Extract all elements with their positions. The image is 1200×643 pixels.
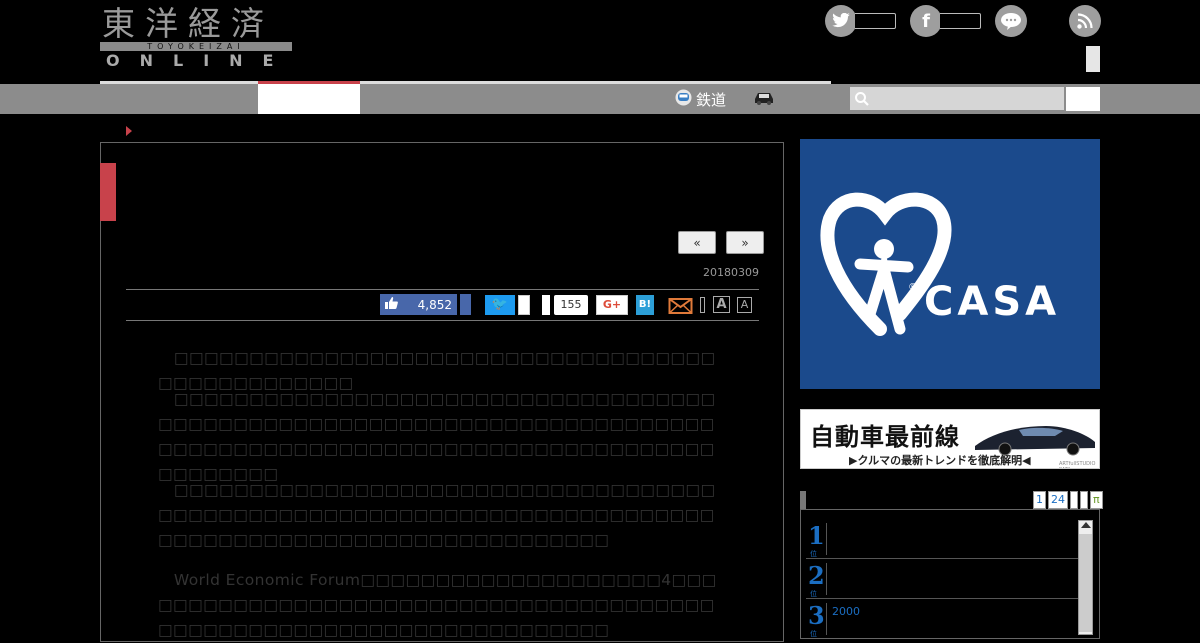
twitter-icon xyxy=(825,5,857,37)
ranking-number: 3 xyxy=(808,601,825,630)
facebook-like-count: 4,852 xyxy=(417,297,452,312)
ranking-number: 2 xyxy=(808,561,825,590)
breadcrumb-arrow-icon xyxy=(126,126,132,136)
search-input[interactable] xyxy=(850,87,1064,110)
line-follow[interactable] xyxy=(995,5,1027,37)
ranking-unit: 位 xyxy=(810,590,817,598)
logo-kanji: 東洋経済 xyxy=(102,4,274,43)
ranking-title: 2000 xyxy=(832,605,860,618)
google-plus-button[interactable]: G+ xyxy=(596,295,628,315)
ranking-divider xyxy=(826,563,827,595)
facebook-count xyxy=(940,13,981,29)
line-icon xyxy=(995,5,1027,37)
ad-banner-car[interactable]: 自動車最前線 ▶クルマの最新トレンドを徹底解明◀ ARTfullSTUDIO P… xyxy=(800,409,1100,469)
ranking-number: 1 xyxy=(808,521,825,550)
logo-online: ONLINE xyxy=(106,51,294,70)
print-button[interactable] xyxy=(700,297,705,313)
ranking-divider xyxy=(826,603,827,635)
ranking-unit: 位 xyxy=(810,630,817,638)
ranking-header-mark xyxy=(800,491,806,509)
font-size-small-button[interactable]: A xyxy=(737,297,752,313)
ranking-item[interactable]: 3 位 2000 xyxy=(806,599,1078,639)
nav-item-rail[interactable]: 鉄道 xyxy=(675,88,726,110)
twitter-share-button[interactable]: 🐦 xyxy=(485,295,515,315)
article-paragraph: □□□□□□□□□□□□□□□□□□□□□□□□□□□□□□□□□□□□□□□□… xyxy=(158,390,716,483)
twitter-count xyxy=(855,13,896,29)
facebook-icon: f xyxy=(910,5,942,37)
ad-car-subtitle: ▶クルマの最新トレンドを徹底解明◀ xyxy=(849,454,1031,467)
search-button[interactable] xyxy=(1066,87,1100,111)
share-bar-top-rule xyxy=(126,289,759,290)
facebook-follow[interactable]: f xyxy=(910,5,981,37)
prev-page-button[interactable]: « xyxy=(678,231,716,254)
facebook-share-button[interactable] xyxy=(460,294,471,315)
bookmark-count: 155 xyxy=(554,295,588,315)
search-icon xyxy=(854,91,870,111)
header-login-box[interactable] xyxy=(1086,46,1100,72)
hatena-bookmark-button[interactable]: B! xyxy=(636,295,654,315)
rss-icon[interactable] xyxy=(1069,5,1101,37)
ranking-tab[interactable]: 24 xyxy=(1048,491,1068,509)
article-paragraph: World Economic Forum□□□□□□□□□□□□□□□□□□□□… xyxy=(158,571,717,639)
ad-banner-casa[interactable]: ® CASA xyxy=(800,139,1100,389)
logo-sub: TOYOKEIZAI xyxy=(147,42,245,51)
ranking-tabs: 1 24 π xyxy=(1033,491,1103,509)
article-paragraph: □□□□□□□□□□□□□□□□□□□□□□□□□□□□□□□□□□□□□□□□… xyxy=(158,481,716,549)
article-date: 20180309 xyxy=(703,266,759,279)
font-size-large-button[interactable]: A xyxy=(713,296,730,313)
casa-wordmark: CASA xyxy=(924,279,1061,325)
ad-car-title: 自動車最前線 xyxy=(810,422,960,451)
ranking-tab[interactable]: π xyxy=(1090,491,1103,509)
thumbs-up-icon xyxy=(385,297,398,312)
facebook-like-button[interactable]: 4,852 xyxy=(380,294,457,315)
train-icon xyxy=(675,89,692,110)
ranking-tab[interactable] xyxy=(1070,491,1078,509)
twitter-follow[interactable] xyxy=(825,5,896,37)
casa-registered: ® xyxy=(908,282,918,293)
ranking-item[interactable]: 1 位 xyxy=(806,519,1078,559)
site-logo[interactable]: 東洋経済 TOYOKEIZAI ONLINE xyxy=(100,6,292,70)
article-title-accent xyxy=(100,163,116,221)
ranking-divider xyxy=(826,523,827,555)
next-page-button[interactable]: » xyxy=(726,231,764,254)
ranking-scroll-thumb[interactable] xyxy=(1079,534,1092,632)
pocket-button[interactable] xyxy=(542,295,550,315)
mail-icon[interactable] xyxy=(668,295,693,315)
nav-item-rail-label: 鉄道 xyxy=(696,90,727,109)
ad-car-credit: ARTfullSTUDIO PATA xyxy=(1059,461,1096,468)
share-bar-bottom-rule xyxy=(126,320,759,321)
casa-logo-icon xyxy=(820,192,952,336)
ranking-item[interactable]: 2 位 xyxy=(806,559,1078,599)
ranking-tab[interactable]: 1 xyxy=(1033,491,1046,509)
car-icon[interactable] xyxy=(752,90,776,110)
twitter-share-count xyxy=(518,295,530,315)
ranking-unit: 位 xyxy=(810,550,817,558)
scroll-up-icon[interactable] xyxy=(1081,522,1091,528)
ranking-tab[interactable] xyxy=(1080,491,1088,509)
nav-tab-active[interactable] xyxy=(258,84,360,114)
